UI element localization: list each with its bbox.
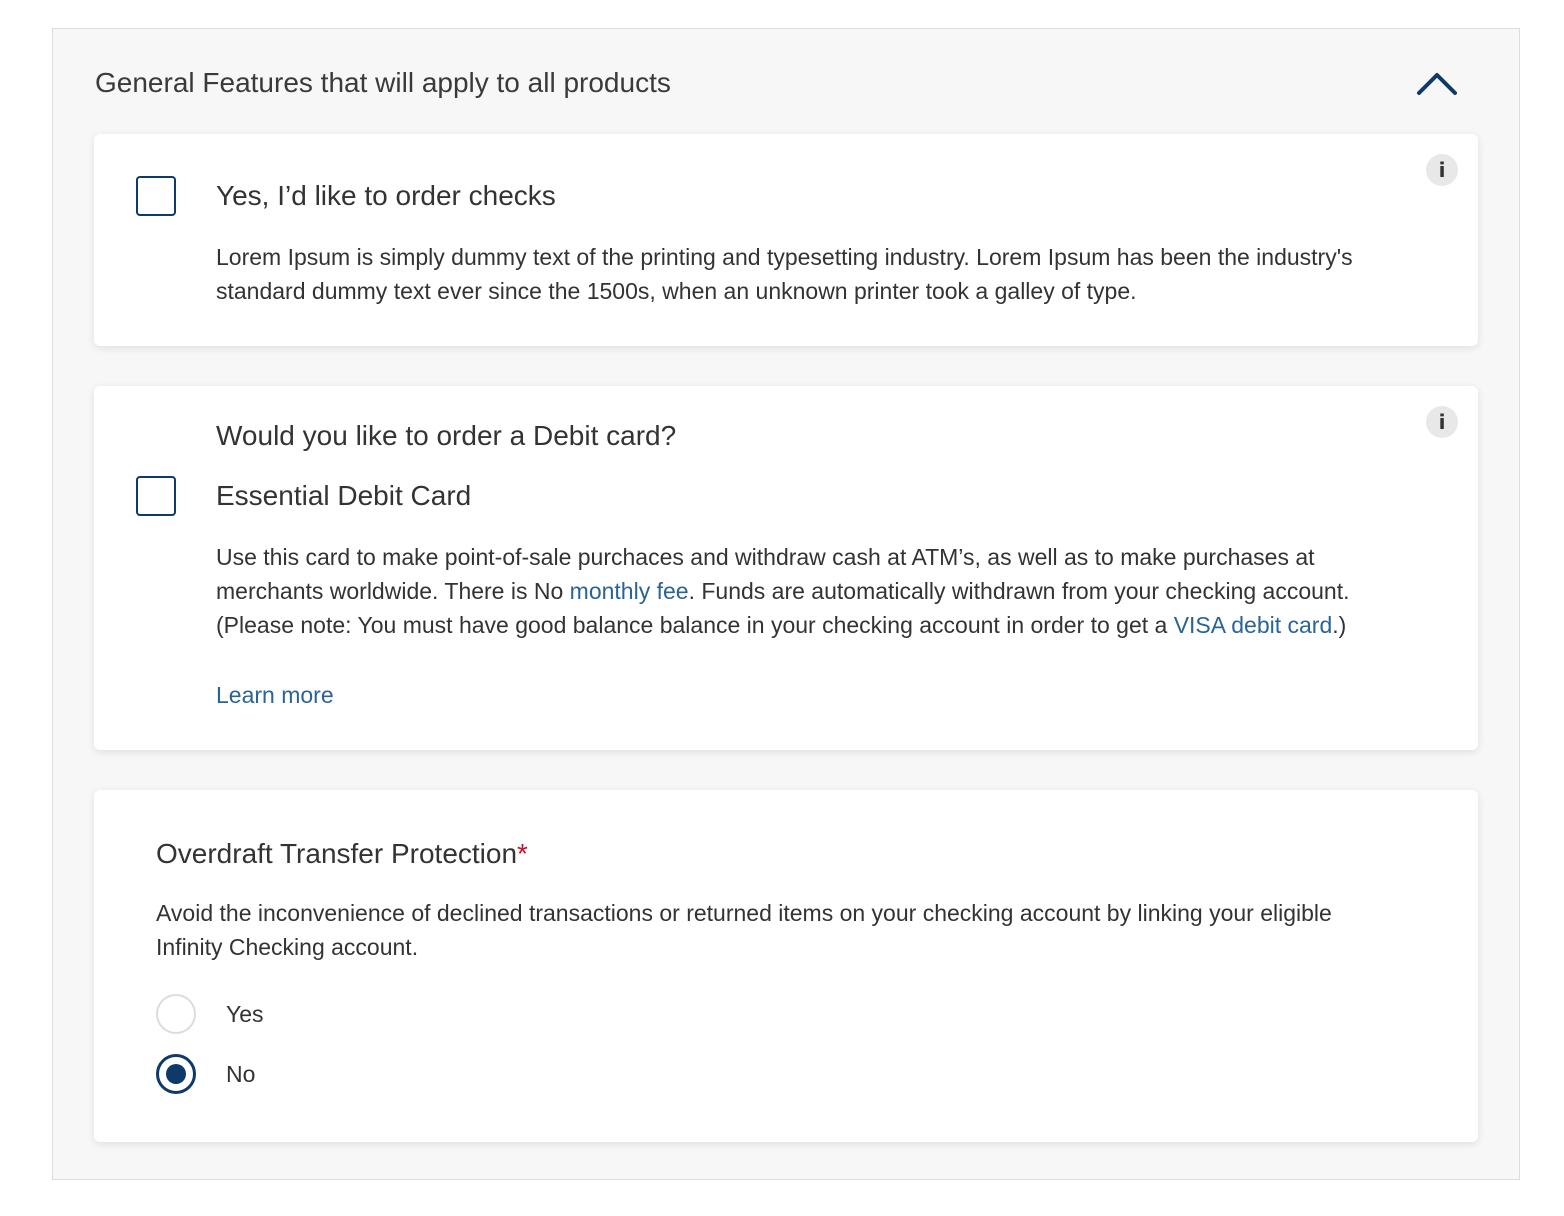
chevron-up-icon	[1417, 73, 1457, 95]
visa-debit-card-link[interactable]: VISA debit card	[1174, 612, 1333, 638]
monthly-fee-link[interactable]: monthly fee	[570, 578, 689, 604]
order-checks-checkbox[interactable]	[136, 176, 176, 216]
overdraft-title-text: Overdraft Transfer Protection	[156, 838, 518, 869]
radio-no[interactable]	[156, 1054, 196, 1094]
panel-header: General Features that will apply to all …	[95, 65, 1479, 105]
debit-card-description: Use this card to make point-of-sale purc…	[216, 540, 1376, 642]
required-mark: *	[517, 838, 528, 869]
collapse-button[interactable]	[1415, 65, 1459, 101]
overdraft-protection-card: Overdraft Transfer Protection* Avoid the…	[94, 790, 1478, 1142]
panel-title: General Features that will apply to all …	[95, 67, 671, 98]
order-checks-label: Yes, I’d like to order checks	[216, 180, 556, 211]
info-icon[interactable]: i	[1426, 406, 1458, 438]
order-checks-card: i Yes, I’d like to order checks Lorem Ip…	[94, 134, 1478, 346]
radio-yes[interactable]	[156, 994, 196, 1034]
radio-selected-dot	[166, 1064, 186, 1084]
info-icon[interactable]: i	[1426, 154, 1458, 186]
debit-card-card: i Would you like to order a Debit card? …	[94, 386, 1478, 750]
radio-yes-label: Yes	[226, 1001, 264, 1027]
overdraft-description: Avoid the inconvenience of declined tran…	[156, 900, 1332, 960]
radio-no-label: No	[226, 1061, 256, 1087]
debit-desc-text-3: .)	[1332, 612, 1347, 638]
order-checks-description: Lorem Ipsum is simply dummy text of the …	[216, 244, 1353, 304]
overdraft-title: Overdraft Transfer Protection*	[156, 836, 528, 872]
learn-more-link[interactable]: Learn more	[216, 678, 334, 712]
essential-debit-card-label: Essential Debit Card	[216, 480, 472, 511]
debit-card-question: Would you like to order a Debit card?	[216, 420, 677, 451]
essential-debit-card-checkbox[interactable]	[136, 476, 176, 516]
general-features-panel: General Features that will apply to all …	[52, 28, 1520, 1180]
